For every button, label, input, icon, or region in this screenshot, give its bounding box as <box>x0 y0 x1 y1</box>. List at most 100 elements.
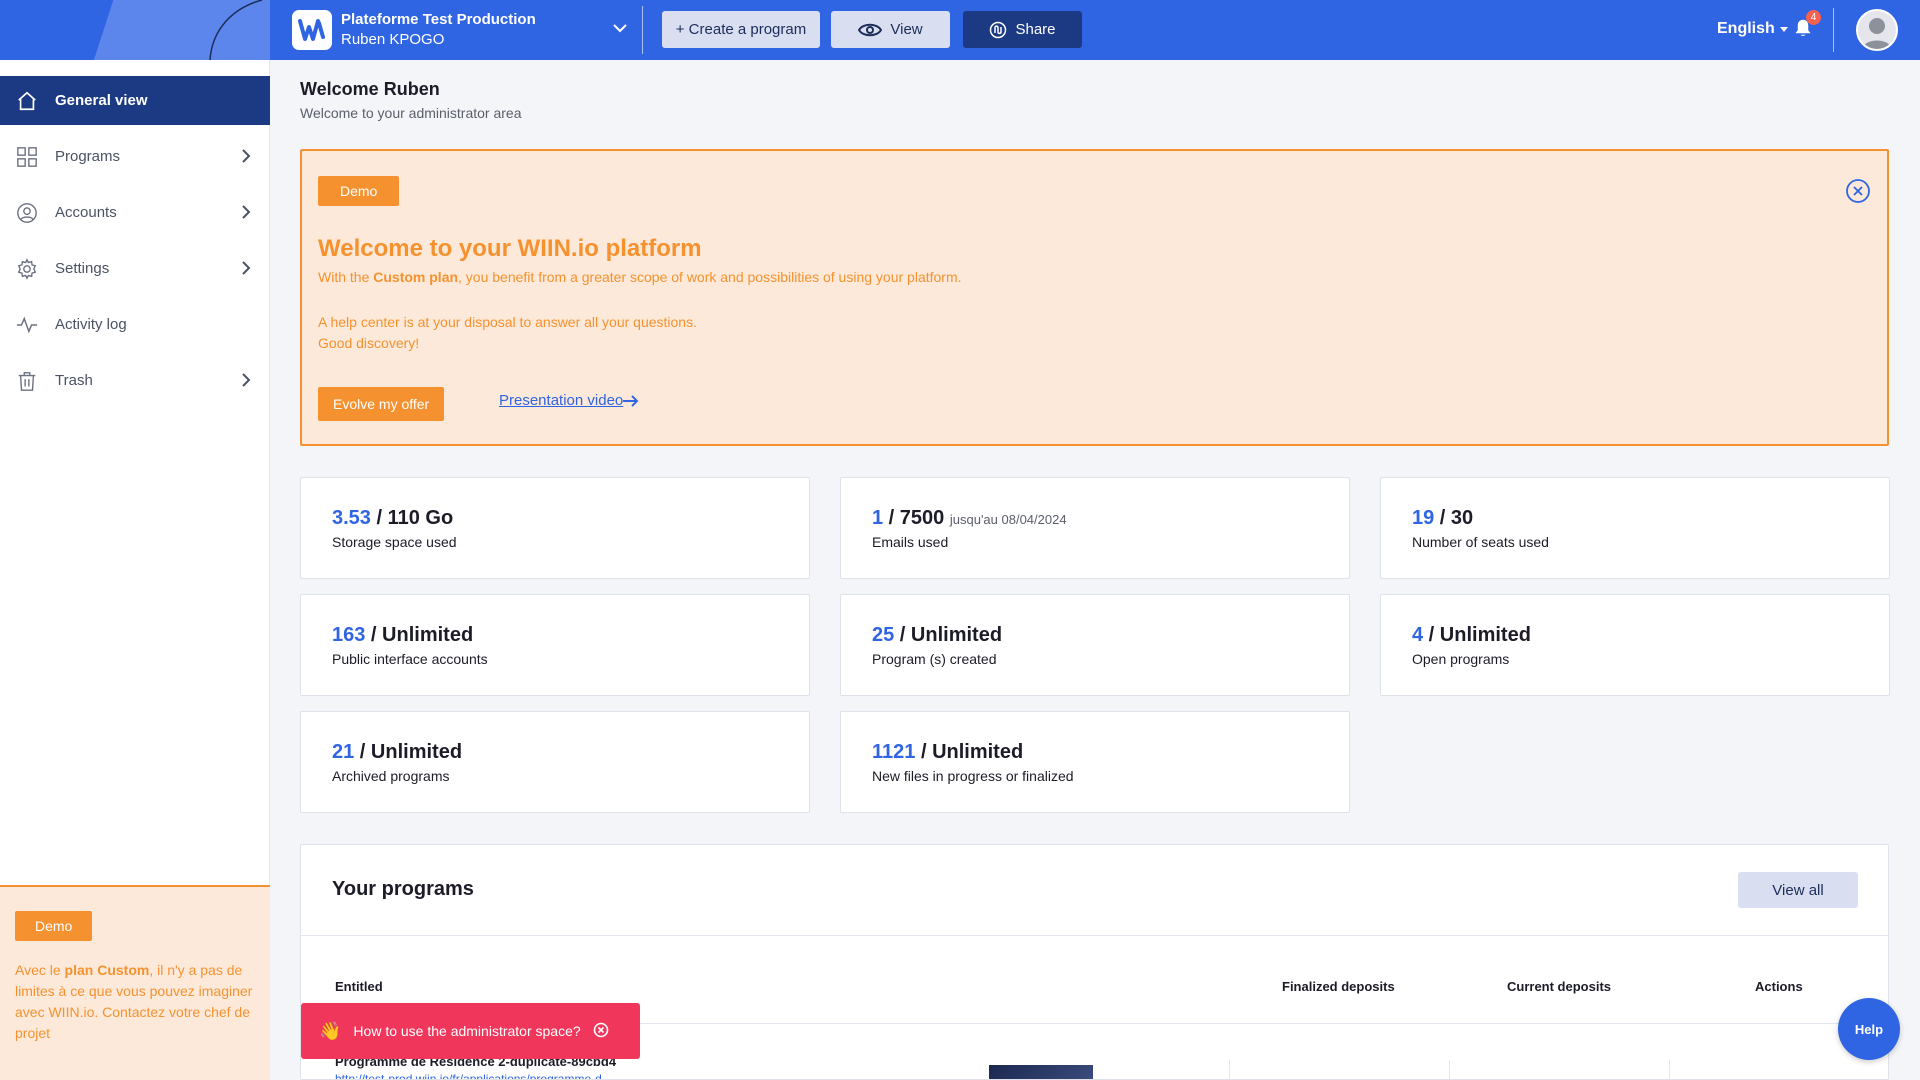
help-toast[interactable]: 👋 How to use the administrator space? <box>301 1003 640 1059</box>
waving-hand-icon: 👋 <box>319 1020 342 1041</box>
user-name: Ruben KPOGO <box>341 31 445 48</box>
chevron-right-icon <box>236 258 256 278</box>
welcome-banner: Demo Welcome to your WIIN.io platform Wi… <box>300 149 1889 446</box>
page-subtitle: Welcome to your administrator area <box>300 105 522 121</box>
chevron-right-icon <box>236 202 256 222</box>
sidebar-item-activity-log[interactable]: Activity log <box>0 300 270 349</box>
activity-icon <box>14 312 40 338</box>
user-circle-icon <box>14 200 40 226</box>
stat-card-emails: 1 / 7500 jusqu'au 08/04/2024 Emails used <box>840 477 1350 579</box>
stat-card-public-accounts: 163 / Unlimited Public interface account… <box>300 594 810 696</box>
stat-value: 4 / Unlimited <box>1412 624 1531 646</box>
stat-value: 163 / Unlimited <box>332 624 474 646</box>
share-button[interactable]: Share <box>963 11 1082 48</box>
share-button-label: Share <box>1015 21 1056 38</box>
stat-card-storage: 3.53 / 110 Go Storage space used <box>300 477 810 579</box>
banner-help-text: A help center is at your disposal to ans… <box>318 314 697 330</box>
trash-icon <box>14 368 40 394</box>
stat-label: Emails used <box>872 534 949 550</box>
stat-value: 21 / Unlimited <box>332 741 463 763</box>
stat-card-open-programs: 4 / Unlimited Open programs <box>1380 594 1890 696</box>
demo-plan-text: Avec le plan Custom, il n'y a pas de lim… <box>15 962 253 1041</box>
language-selector[interactable]: English <box>1717 20 1788 38</box>
sidebar-item-general-view[interactable]: General view <box>0 76 270 125</box>
sidebar-item-trash[interactable]: Trash <box>0 356 270 405</box>
home-icon <box>14 88 40 114</box>
view-button[interactable]: View <box>831 11 950 48</box>
stat-value: 1 / 7500 jusqu'au 08/04/2024 <box>872 507 1067 529</box>
stat-label: Public interface accounts <box>332 651 488 667</box>
grid-icon <box>14 144 40 170</box>
stat-label: Open programs <box>1412 651 1510 667</box>
banner-discovery-text: Good discovery! <box>318 335 420 351</box>
platform-logo <box>292 10 332 50</box>
stat-value: 1121 / Unlimited <box>872 741 1024 763</box>
sidebar-demo-panel: Demo Avec le plan Custom, il n'y a pas d… <box>0 885 270 1080</box>
sidebar-brand-area <box>0 0 270 60</box>
stat-card-seats: 19 / 30 Number of seats used <box>1380 477 1890 579</box>
divider <box>1669 1060 1670 1079</box>
share-icon <box>990 21 1007 38</box>
avatar[interactable] <box>1856 9 1898 51</box>
stat-card-programs-created: 25 / Unlimited Program (s) created <box>840 594 1350 696</box>
banner-plan-text: With the Custom plan, you benefit from a… <box>318 269 962 285</box>
create-program-button[interactable]: + Create a program <box>662 11 820 48</box>
stat-card-new-files: 1121 / Unlimited New files in progress o… <box>840 711 1350 813</box>
stat-label: New files in progress or finalized <box>872 768 1074 784</box>
stat-label: Archived programs <box>332 768 450 784</box>
presentation-video-link[interactable]: Presentation video <box>499 392 639 409</box>
page-title: Welcome Ruben <box>300 79 440 99</box>
platform-selector[interactable]: Plateforme Test Production Ruben KPOGO <box>292 10 536 50</box>
stat-label: Program (s) created <box>872 651 997 667</box>
divider <box>1229 1060 1230 1079</box>
evolve-offer-button[interactable]: Evolve my offer <box>318 387 445 421</box>
notification-count-badge: 4 <box>1806 10 1821 25</box>
top-bar: Plateforme Test Production Ruben KPOGO +… <box>270 0 1920 60</box>
sidebar-item-programs[interactable]: Programs <box>0 132 270 181</box>
stat-label: Storage space used <box>332 534 457 550</box>
chevron-down-icon[interactable] <box>612 20 628 38</box>
chevron-right-icon <box>236 370 256 390</box>
video-link-label: Presentation video <box>499 392 624 409</box>
view-all-button[interactable]: View all <box>1738 872 1858 908</box>
divider <box>1449 1060 1450 1079</box>
demo-badge: Demo <box>15 911 93 941</box>
divider <box>642 6 643 54</box>
language-label: English <box>1717 20 1775 37</box>
sidebar-item-label: Activity log <box>55 316 127 333</box>
column-header-entitled[interactable]: Entitled <box>335 979 383 994</box>
stat-value: 25 / Unlimited <box>872 624 1003 646</box>
chevron-right-icon <box>236 146 256 166</box>
column-header-current-deposits[interactable]: Current deposits <box>1507 979 1611 994</box>
programs-title: Your programs <box>332 878 474 900</box>
toast-text: How to use the administrator space? <box>353 1023 581 1039</box>
sidebar-item-label: Settings <box>55 260 110 277</box>
stat-value: 19 / 30 <box>1412 507 1474 529</box>
sidebar-item-settings[interactable]: Settings <box>0 244 270 293</box>
stat-card-archived-programs: 21 / Unlimited Archived programs <box>300 711 810 813</box>
program-row-link[interactable]: http://test-prod.wiin.io/fr/applications… <box>335 1072 602 1079</box>
demo-badge: Demo <box>318 176 400 206</box>
help-button[interactable]: Help <box>1838 998 1900 1060</box>
decorative-curve <box>209 0 263 60</box>
divider <box>1833 8 1834 52</box>
sidebar-item-label: Accounts <box>55 204 117 221</box>
program-thumbnail <box>989 1065 1093 1079</box>
arrow-right-icon <box>623 394 639 407</box>
sidebar-nav: General view Programs Accounts Settings … <box>0 76 270 412</box>
close-icon[interactable] <box>1845 178 1871 209</box>
sidebar-item-accounts[interactable]: Accounts <box>0 188 270 237</box>
stat-label: Number of seats used <box>1412 534 1549 550</box>
sidebar: General view Programs Accounts Settings … <box>0 0 270 1080</box>
notifications-button[interactable]: 4 <box>1794 10 1821 43</box>
close-icon[interactable] <box>593 1022 609 1041</box>
sidebar-item-label: Programs <box>55 148 121 165</box>
eye-icon <box>858 23 883 36</box>
divider <box>301 935 1888 936</box>
view-button-label: View <box>890 21 923 38</box>
column-header-finalized-deposits[interactable]: Finalized deposits <box>1282 979 1395 994</box>
banner-title: Welcome to your WIIN.io platform <box>318 235 702 262</box>
column-header-actions: Actions <box>1755 979 1803 994</box>
platform-name: Plateforme Test Production <box>341 11 536 28</box>
gear-icon <box>14 256 40 282</box>
